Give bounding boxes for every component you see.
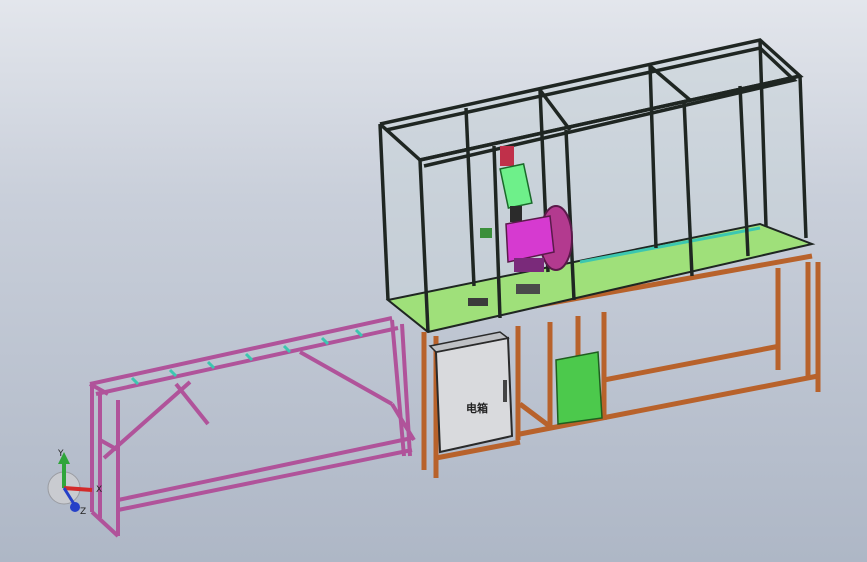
green-cabinet xyxy=(555,351,603,425)
cad-viewport[interactable]: 电箱 Y X Z xyxy=(0,0,867,562)
conveyor-rollers xyxy=(130,328,364,386)
conveyor-frame xyxy=(89,316,416,538)
axis-triad: Y X Z xyxy=(47,449,102,517)
z-axis-label: Z xyxy=(80,507,86,517)
x-axis-label: X xyxy=(96,485,102,495)
assembly-scene: 电箱 Y X Z xyxy=(47,38,821,538)
y-axis-label: Y xyxy=(57,449,64,459)
electrical-box-label: 电箱 xyxy=(466,401,488,415)
electrical-box: 电箱 xyxy=(428,331,514,454)
